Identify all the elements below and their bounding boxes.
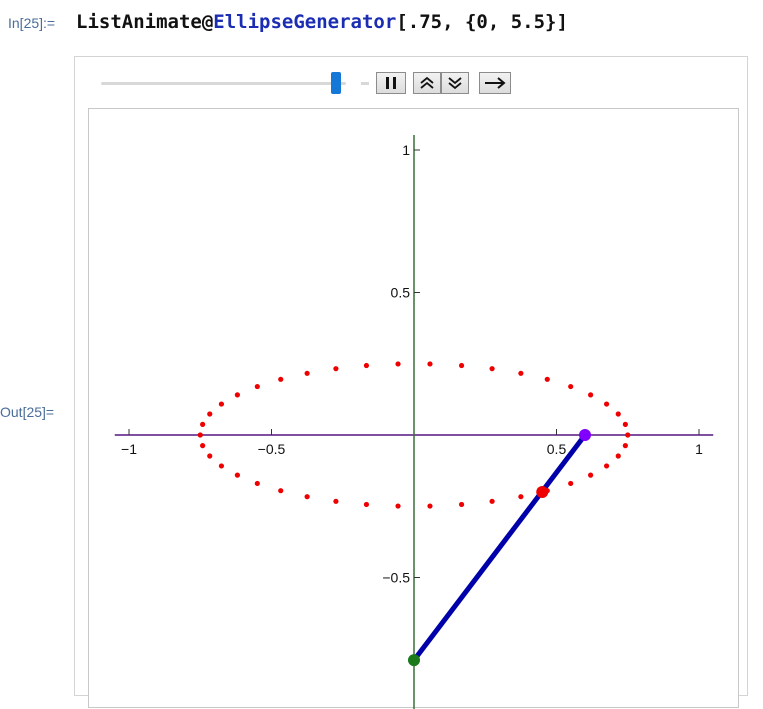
y-tick-label: 0.5	[391, 285, 411, 301]
ellipse-point	[200, 421, 206, 427]
ellipse-point	[304, 370, 310, 376]
ellipse-point	[278, 488, 284, 494]
ellipse-plot: −1 −0.5 0.5 1 1 0.5 −0.5	[114, 135, 714, 709]
ellipse-point	[200, 443, 206, 449]
ellipse-point	[278, 376, 284, 382]
ellipse-point	[197, 432, 203, 438]
plot-panel: −1 −0.5 0.5 1 1 0.5 −0.5	[88, 108, 739, 709]
code-arguments: [.75, {0, 5.5}]	[396, 11, 568, 33]
frame-slider-thumb[interactable]	[331, 72, 341, 94]
ellipse-point	[333, 498, 339, 504]
ellipse-point	[568, 383, 574, 390]
ellipse-point	[234, 392, 240, 398]
ellipse-point	[489, 498, 495, 504]
ellipse-point	[622, 443, 628, 449]
ellipse-point	[489, 366, 495, 372]
input-code[interactable]: ListAnimate@EllipseGenerator[.75, {0, 5.…	[76, 11, 568, 33]
ellipse-point	[518, 370, 524, 376]
ellipse-point	[363, 501, 370, 508]
double-chevron-up-icon	[420, 76, 434, 89]
ellipse-point	[207, 453, 213, 459]
ellipse-point	[218, 463, 225, 469]
ellipse-point	[588, 472, 594, 478]
input-cell-label: In[25]:=	[8, 15, 56, 31]
ellipse-point	[458, 362, 465, 369]
code-symbol: EllipseGenerator	[213, 11, 397, 33]
animation-output: −1 −0.5 0.5 1 1 0.5 −0.5	[74, 56, 748, 709]
y-tick-label: −0.5	[382, 570, 410, 586]
ellipse-point	[603, 401, 610, 407]
ellipse-point	[395, 361, 401, 367]
highlight-point	[579, 429, 591, 441]
faster-button[interactable]	[413, 72, 441, 94]
frame-slider-end	[361, 82, 369, 85]
ellipse-point	[218, 401, 225, 407]
ellipse-point	[254, 383, 260, 390]
ellipse-point	[588, 392, 594, 398]
output-cell-label: Out[25]=	[0, 404, 55, 420]
rod-segment	[411, 432, 588, 663]
ellipse-point	[207, 411, 213, 417]
ellipse-point	[622, 421, 628, 427]
ellipse-point	[625, 432, 631, 438]
ellipse-point	[615, 411, 621, 417]
ellipse-point	[458, 501, 465, 508]
ellipse-point	[603, 463, 610, 469]
ellipse-point	[234, 472, 240, 478]
ellipse-point	[304, 494, 310, 500]
ellipse-point	[395, 503, 401, 509]
y-tick-label: 1	[402, 142, 410, 158]
x-tick-label: 1	[695, 441, 703, 457]
right-arrow-icon	[485, 77, 506, 89]
ellipse-point	[254, 480, 260, 487]
x-tick-label: −1	[121, 441, 137, 457]
pause-button[interactable]	[376, 72, 406, 94]
direction-button[interactable]	[479, 72, 511, 94]
code-function-call: ListAnimate@	[76, 11, 214, 33]
double-chevron-down-icon	[448, 77, 462, 90]
animation-controls	[75, 57, 747, 109]
ellipse-point	[615, 453, 621, 459]
frame-slider-track[interactable]	[101, 82, 346, 85]
ellipse-point	[427, 503, 433, 509]
highlight-point	[536, 486, 549, 498]
ellipse-point	[363, 362, 370, 369]
pause-icon	[386, 77, 396, 89]
ellipse-point	[333, 366, 339, 372]
x-tick-label: −0.5	[258, 441, 286, 457]
ellipse-point	[544, 376, 550, 382]
ellipse-point	[427, 361, 433, 367]
highlight-point	[408, 654, 420, 667]
ellipse-point	[518, 494, 524, 500]
slower-button[interactable]	[441, 72, 469, 94]
ellipse-point	[568, 480, 574, 487]
x-tick-label: 0.5	[547, 441, 567, 457]
